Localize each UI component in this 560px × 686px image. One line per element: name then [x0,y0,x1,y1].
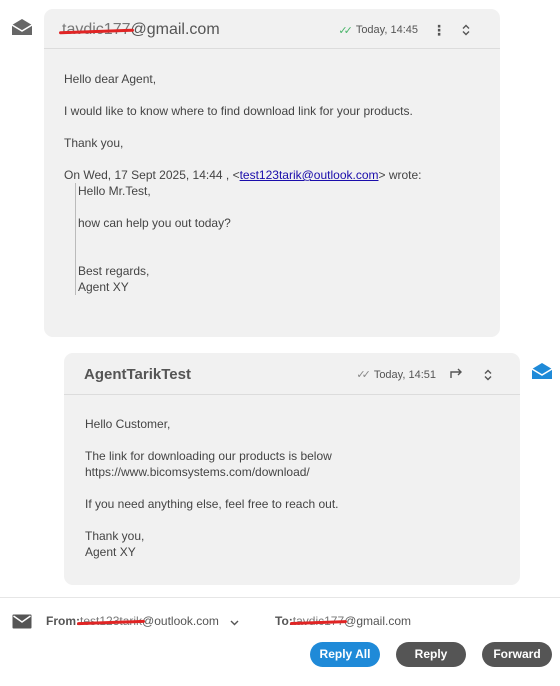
quote-regards: Best regards, [78,264,150,278]
reply-button[interactable]: Reply [396,642,466,667]
chevron-down-icon[interactable] [230,615,239,629]
message-body: Hello Customer, The link for downloading… [64,395,520,560]
quote-signature: Agent XY [78,280,129,294]
envelope-open-icon [531,362,553,380]
message-time: Today, 14:51 [373,368,436,381]
quote-email-link[interactable]: test123tarik@outlook.com [240,168,379,182]
to-field: To:tavdic177@gmail.com [275,614,411,628]
outgoing-message: AgentTarikTest ✓✓ Today, 14:51 Hello Cus… [64,353,520,585]
quote-greeting: Hello Mr.Test, [78,184,151,198]
message-body: Hello dear Agent, I would like to know w… [44,49,500,295]
message-header: tavdic177@gmail.com ✓✓ Today, 14:45 ⋮ [44,9,500,49]
double-check-icon: ✓✓ [356,369,371,381]
redacted-username: tavdic177 [292,614,345,628]
download-link-text: https://www.bicomsystems.com/download/ [85,465,310,479]
from-field[interactable]: From:test123tarik@outlook.com [46,614,239,629]
body-line: I would like to know where to find downl… [64,104,413,118]
from-domain: @outlook.com [142,614,219,628]
body-closing: Thank you, [64,136,124,150]
envelope-open-icon [11,18,33,36]
forward-arrow-icon[interactable] [450,367,464,382]
quote-line: how can help you out today? [78,216,231,230]
to-domain: @gmail.com [344,614,412,628]
expand-collapse-icon[interactable] [484,369,492,381]
message-time: Today, 14:45 [355,24,418,36]
message-header: AgentTarikTest ✓✓ Today, 14:51 [64,353,520,395]
sender-domain: @gmail.com [130,21,220,38]
incoming-message: tavdic177@gmail.com ✓✓ Today, 14:45 ⋮ He… [44,9,500,337]
reply-all-button[interactable]: Reply All [310,642,380,667]
body-greeting: Hello dear Agent, [64,72,157,86]
sender-address: tavdic177@gmail.com [62,21,220,39]
envelope-icon [12,614,34,632]
quote-intro: On Wed, 17 Sept 2025, 14:44 , <test123ta… [64,168,422,182]
double-check-icon: ✓✓ [338,24,353,37]
forward-button[interactable]: Forward [482,642,552,667]
quoted-message: Hello Mr.Test, how can help you out toda… [75,183,480,295]
redacted-username: tavdic177 [62,21,131,38]
redacted-username: test123tarik [80,614,143,628]
expand-collapse-icon[interactable] [462,24,470,36]
body-line: If you need anything else, feel free to … [85,497,339,511]
body-line: The link for downloading our products is… [85,449,332,463]
from-label: From: [46,614,80,628]
reply-footer: From:test123tarik@outlook.com To:tavdic1… [0,597,560,686]
body-greeting: Hello Customer, [85,417,171,431]
more-options-icon[interactable]: ⋮ [432,23,446,37]
body-signature: Agent XY [85,545,136,559]
body-closing: Thank you, [85,529,145,543]
sender-name: AgentTarikTest [84,366,191,383]
